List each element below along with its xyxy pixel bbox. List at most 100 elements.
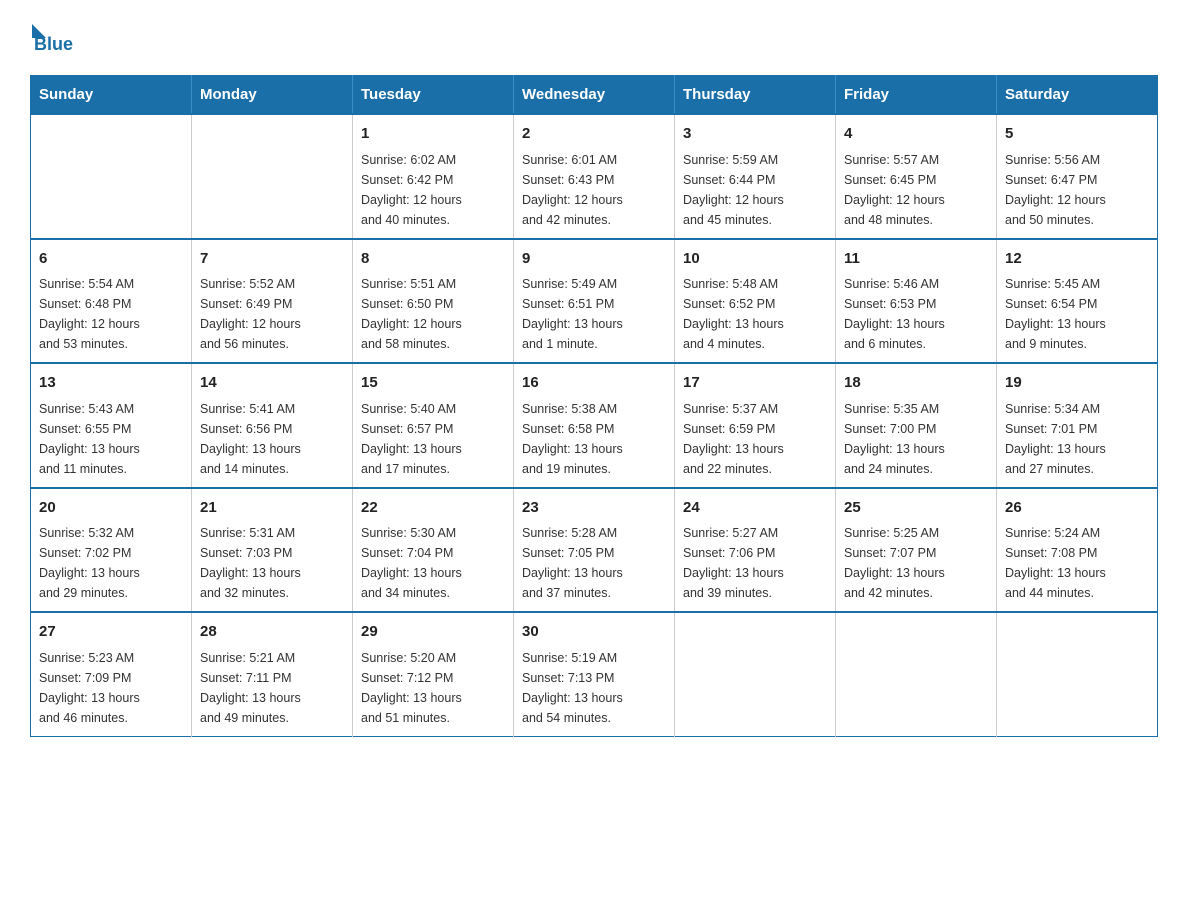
day-info: Sunrise: 5:35 AM Sunset: 7:00 PM Dayligh… xyxy=(844,399,988,479)
day-number: 18 xyxy=(844,372,988,395)
calendar-cell xyxy=(192,114,353,239)
day-info: Sunrise: 5:32 AM Sunset: 7:02 PM Dayligh… xyxy=(39,523,183,603)
calendar-day-header: Wednesday xyxy=(514,76,675,115)
day-number: 22 xyxy=(361,497,505,520)
day-info: Sunrise: 5:24 AM Sunset: 7:08 PM Dayligh… xyxy=(1005,523,1149,603)
day-number: 20 xyxy=(39,497,183,520)
day-number: 1 xyxy=(361,123,505,146)
calendar-header-row: SundayMondayTuesdayWednesdayThursdayFrid… xyxy=(31,76,1158,115)
day-number: 19 xyxy=(1005,372,1149,395)
calendar-cell: 9 Sunrise: 5:49 AM Sunset: 6:51 PM Daylig… xyxy=(514,239,675,364)
calendar-cell: 17 Sunrise: 5:37 AM Sunset: 6:59 PM Dayli… xyxy=(675,363,836,488)
calendar-cell: 16 Sunrise: 5:38 AM Sunset: 6:58 PM Dayli… xyxy=(514,363,675,488)
day-info: Sunrise: 5:56 AM Sunset: 6:47 PM Dayligh… xyxy=(1005,150,1149,230)
day-number: 26 xyxy=(1005,497,1149,520)
calendar-day-header: Monday xyxy=(192,76,353,115)
day-number: 4 xyxy=(844,123,988,146)
day-number: 5 xyxy=(1005,123,1149,146)
day-info: Sunrise: 5:38 AM Sunset: 6:58 PM Dayligh… xyxy=(522,399,666,479)
day-info: Sunrise: 5:43 AM Sunset: 6:55 PM Dayligh… xyxy=(39,399,183,479)
logo: Blue xyxy=(30,20,73,55)
day-number: 9 xyxy=(522,248,666,271)
day-number: 8 xyxy=(361,248,505,271)
day-info: Sunrise: 5:23 AM Sunset: 7:09 PM Dayligh… xyxy=(39,648,183,728)
calendar-cell: 27 Sunrise: 5:23 AM Sunset: 7:09 PM Dayli… xyxy=(31,612,192,736)
calendar-cell: 2 Sunrise: 6:01 AM Sunset: 6:43 PM Daylig… xyxy=(514,114,675,239)
calendar-cell: 19 Sunrise: 5:34 AM Sunset: 7:01 PM Dayli… xyxy=(997,363,1158,488)
day-number: 28 xyxy=(200,621,344,644)
day-number: 7 xyxy=(200,248,344,271)
day-info: Sunrise: 5:49 AM Sunset: 6:51 PM Dayligh… xyxy=(522,274,666,354)
day-number: 12 xyxy=(1005,248,1149,271)
calendar-cell: 18 Sunrise: 5:35 AM Sunset: 7:00 PM Dayli… xyxy=(836,363,997,488)
day-info: Sunrise: 5:51 AM Sunset: 6:50 PM Dayligh… xyxy=(361,274,505,354)
calendar-cell xyxy=(31,114,192,239)
day-info: Sunrise: 5:30 AM Sunset: 7:04 PM Dayligh… xyxy=(361,523,505,603)
day-info: Sunrise: 5:25 AM Sunset: 7:07 PM Dayligh… xyxy=(844,523,988,603)
day-info: Sunrise: 5:40 AM Sunset: 6:57 PM Dayligh… xyxy=(361,399,505,479)
calendar-cell: 6 Sunrise: 5:54 AM Sunset: 6:48 PM Daylig… xyxy=(31,239,192,364)
day-number: 30 xyxy=(522,621,666,644)
day-number: 21 xyxy=(200,497,344,520)
calendar-week-row: 27 Sunrise: 5:23 AM Sunset: 7:09 PM Dayli… xyxy=(31,612,1158,736)
day-number: 3 xyxy=(683,123,827,146)
calendar-cell: 10 Sunrise: 5:48 AM Sunset: 6:52 PM Dayli… xyxy=(675,239,836,364)
day-number: 10 xyxy=(683,248,827,271)
calendar-cell: 28 Sunrise: 5:21 AM Sunset: 7:11 PM Dayli… xyxy=(192,612,353,736)
day-number: 15 xyxy=(361,372,505,395)
calendar-week-row: 6 Sunrise: 5:54 AM Sunset: 6:48 PM Daylig… xyxy=(31,239,1158,364)
calendar-cell: 1 Sunrise: 6:02 AM Sunset: 6:42 PM Daylig… xyxy=(353,114,514,239)
day-info: Sunrise: 5:19 AM Sunset: 7:13 PM Dayligh… xyxy=(522,648,666,728)
logo-bottom-text: Blue xyxy=(34,34,73,55)
day-number: 6 xyxy=(39,248,183,271)
day-number: 27 xyxy=(39,621,183,644)
day-number: 25 xyxy=(844,497,988,520)
calendar-cell: 22 Sunrise: 5:30 AM Sunset: 7:04 PM Dayli… xyxy=(353,488,514,613)
day-info: Sunrise: 5:57 AM Sunset: 6:45 PM Dayligh… xyxy=(844,150,988,230)
calendar-cell: 29 Sunrise: 5:20 AM Sunset: 7:12 PM Dayli… xyxy=(353,612,514,736)
day-info: Sunrise: 5:41 AM Sunset: 6:56 PM Dayligh… xyxy=(200,399,344,479)
day-number: 23 xyxy=(522,497,666,520)
calendar-day-header: Thursday xyxy=(675,76,836,115)
day-info: Sunrise: 6:01 AM Sunset: 6:43 PM Dayligh… xyxy=(522,150,666,230)
calendar-cell: 3Sunrise: 5:59 AM Sunset: 6:44 PM Daylig… xyxy=(675,114,836,239)
calendar-week-row: 20 Sunrise: 5:32 AM Sunset: 7:02 PM Dayli… xyxy=(31,488,1158,613)
day-number: 11 xyxy=(844,248,988,271)
calendar-day-header: Saturday xyxy=(997,76,1158,115)
calendar-table: SundayMondayTuesdayWednesdayThursdayFrid… xyxy=(30,75,1158,737)
calendar-day-header: Friday xyxy=(836,76,997,115)
calendar-cell: 21Sunrise: 5:31 AM Sunset: 7:03 PM Dayli… xyxy=(192,488,353,613)
day-info: Sunrise: 6:02 AM Sunset: 6:42 PM Dayligh… xyxy=(361,150,505,230)
calendar-cell: 24 Sunrise: 5:27 AM Sunset: 7:06 PM Dayli… xyxy=(675,488,836,613)
calendar-cell: 4 Sunrise: 5:57 AM Sunset: 6:45 PM Daylig… xyxy=(836,114,997,239)
day-info: Sunrise: 5:54 AM Sunset: 6:48 PM Dayligh… xyxy=(39,274,183,354)
calendar-week-row: 1 Sunrise: 6:02 AM Sunset: 6:42 PM Daylig… xyxy=(31,114,1158,239)
day-info: Sunrise: 5:37 AM Sunset: 6:59 PM Dayligh… xyxy=(683,399,827,479)
calendar-day-header: Sunday xyxy=(31,76,192,115)
calendar-week-row: 13Sunrise: 5:43 AM Sunset: 6:55 PM Dayli… xyxy=(31,363,1158,488)
calendar-cell: 5 Sunrise: 5:56 AM Sunset: 6:47 PM Daylig… xyxy=(997,114,1158,239)
calendar-cell: 25 Sunrise: 5:25 AM Sunset: 7:07 PM Dayli… xyxy=(836,488,997,613)
day-info: Sunrise: 5:27 AM Sunset: 7:06 PM Dayligh… xyxy=(683,523,827,603)
calendar-day-header: Tuesday xyxy=(353,76,514,115)
calendar-cell: 11Sunrise: 5:46 AM Sunset: 6:53 PM Dayli… xyxy=(836,239,997,364)
calendar-cell xyxy=(836,612,997,736)
day-info: Sunrise: 5:48 AM Sunset: 6:52 PM Dayligh… xyxy=(683,274,827,354)
day-number: 29 xyxy=(361,621,505,644)
calendar-cell: 26 Sunrise: 5:24 AM Sunset: 7:08 PM Dayli… xyxy=(997,488,1158,613)
calendar-cell: 7Sunrise: 5:52 AM Sunset: 6:49 PM Daylig… xyxy=(192,239,353,364)
calendar-cell xyxy=(997,612,1158,736)
day-info: Sunrise: 5:34 AM Sunset: 7:01 PM Dayligh… xyxy=(1005,399,1149,479)
day-number: 17 xyxy=(683,372,827,395)
day-number: 24 xyxy=(683,497,827,520)
calendar-cell: 20 Sunrise: 5:32 AM Sunset: 7:02 PM Dayli… xyxy=(31,488,192,613)
page-header: Blue xyxy=(30,20,1158,55)
calendar-cell: 14 Sunrise: 5:41 AM Sunset: 6:56 PM Dayli… xyxy=(192,363,353,488)
day-info: Sunrise: 5:21 AM Sunset: 7:11 PM Dayligh… xyxy=(200,648,344,728)
calendar-cell: 12Sunrise: 5:45 AM Sunset: 6:54 PM Dayli… xyxy=(997,239,1158,364)
day-number: 14 xyxy=(200,372,344,395)
day-number: 16 xyxy=(522,372,666,395)
calendar-cell: 30 Sunrise: 5:19 AM Sunset: 7:13 PM Dayli… xyxy=(514,612,675,736)
day-number: 2 xyxy=(522,123,666,146)
day-info: Sunrise: 5:20 AM Sunset: 7:12 PM Dayligh… xyxy=(361,648,505,728)
